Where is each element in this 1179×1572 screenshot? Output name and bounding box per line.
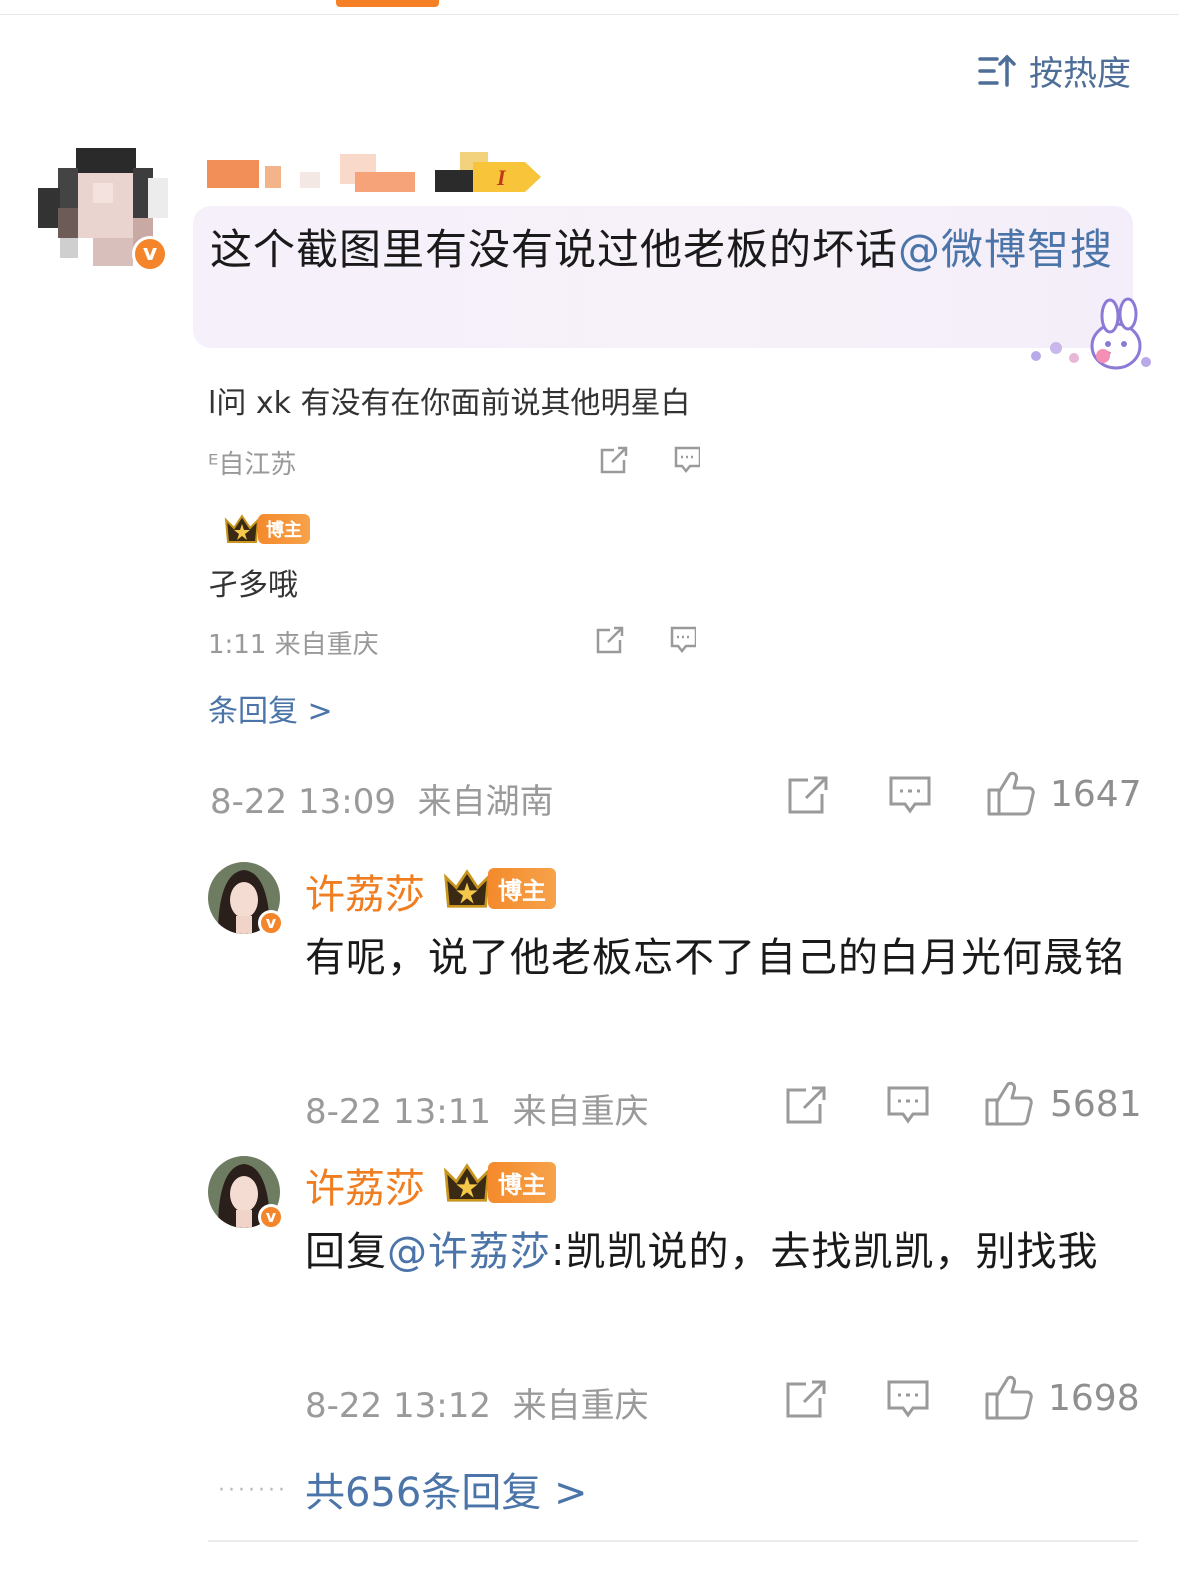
- reply-author[interactable]: 许荔莎: [305, 1156, 425, 1214]
- share-icon[interactable]: [784, 1084, 828, 1126]
- username-blurred[interactable]: I: [205, 152, 550, 198]
- crown-icon: [224, 514, 260, 543]
- boss-badge: 博主: [442, 1162, 556, 1203]
- share-icon[interactable]: [786, 774, 830, 816]
- comment-icon[interactable]: [886, 1378, 930, 1422]
- like-icon[interactable]: [984, 1080, 1034, 1128]
- reply-text: 有呢，说了他老板忘不了自己的白月光何晟铭: [305, 935, 1125, 981]
- reply-meta: 8-22 13:11 来自重庆: [305, 1092, 649, 1132]
- sort-button[interactable]: 按热度: [977, 46, 1131, 95]
- comment-text: 这个截图里有没有说过他老板的坏话@微博智搜: [210, 225, 1114, 274]
- thread-preview-answer-meta: 1:11 来自重庆: [208, 630, 379, 660]
- comment-icon[interactable]: [672, 444, 700, 476]
- thread-preview-meta: ᴱ自江苏: [208, 450, 297, 480]
- mention-link[interactable]: @许荔莎: [387, 1229, 551, 1275]
- sort-icon: [978, 54, 1016, 87]
- thread-dots: ·······: [218, 1478, 288, 1503]
- like-count: 1647: [1050, 774, 1142, 815]
- crown-icon: [444, 1162, 490, 1202]
- comment-icon[interactable]: [886, 1084, 930, 1128]
- thread-preview-answer[interactable]: 孑多哦: [208, 560, 703, 604]
- verified-icon: v: [132, 236, 168, 272]
- like-icon[interactable]: [986, 770, 1036, 818]
- comment-icon[interactable]: [668, 624, 696, 656]
- reply-author[interactable]: 许荔莎: [305, 862, 425, 920]
- avatar[interactable]: v: [38, 148, 170, 272]
- share-icon[interactable]: [598, 444, 630, 476]
- like-count: 1698: [1048, 1378, 1140, 1419]
- divider: [208, 1540, 1138, 1542]
- thread-more-link[interactable]: 条回复 >: [208, 686, 703, 730]
- comment-meta: 8-22 13:09 来自湖南: [210, 782, 554, 822]
- divider: [0, 14, 1179, 15]
- thread-preview-question[interactable]: l问 xk 有没有在你面前说其他明星白: [208, 378, 703, 422]
- verified-icon: v: [258, 1204, 284, 1230]
- share-icon[interactable]: [594, 624, 626, 656]
- like-count: 5681: [1050, 1084, 1142, 1125]
- boss-badge: 博主: [210, 514, 310, 544]
- like-icon[interactable]: [984, 1374, 1034, 1422]
- verified-icon: v: [258, 910, 284, 936]
- boss-tag: 博主: [488, 868, 556, 909]
- crown-icon: [444, 868, 490, 908]
- sort-label: 按热度: [1029, 54, 1131, 94]
- comment-icon[interactable]: [888, 774, 932, 818]
- svg-text:I: I: [496, 165, 507, 190]
- reply-text: 回复@许荔莎:凯凯说的，去找凯凯，别找我: [305, 1229, 1099, 1275]
- bunny-sticker-icon: [1031, 297, 1151, 370]
- share-icon[interactable]: [784, 1378, 828, 1420]
- boss-tag: 博主: [258, 514, 310, 544]
- view-all-replies-link[interactable]: 共656条回复 >: [305, 1460, 588, 1518]
- active-tab-indicator: [336, 0, 439, 7]
- boss-badge: 博主: [442, 868, 556, 909]
- boss-tag: 博主: [488, 1162, 556, 1203]
- mention-link[interactable]: @微博智搜: [898, 225, 1113, 274]
- reply-meta: 8-22 13:12 来自重庆: [305, 1386, 649, 1426]
